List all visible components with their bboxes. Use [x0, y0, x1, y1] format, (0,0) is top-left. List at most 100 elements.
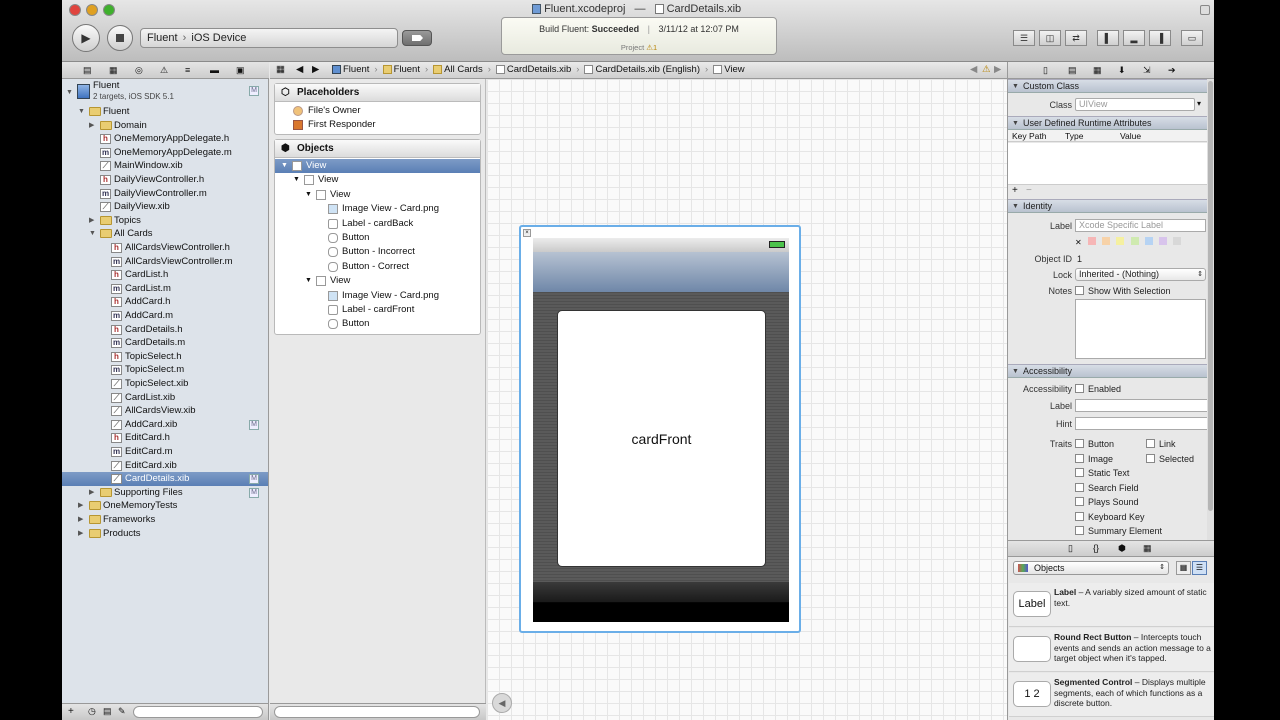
navigator-item[interactable]: h OneMemoryAppDelegate.h [62, 132, 268, 146]
navigator-item[interactable]: ▶ OneMemoryTests [62, 499, 268, 513]
project-navigator-icon[interactable]: ▤ [83, 65, 92, 76]
forward-arrow-icon[interactable]: ▶ [312, 62, 319, 78]
next-issue-icon[interactable]: ▶ [994, 62, 1001, 78]
notes-textarea[interactable] [1075, 299, 1206, 359]
version-editor-button[interactable]: ⇄ [1065, 30, 1087, 46]
column-type[interactable]: Type [1065, 130, 1083, 142]
outline-object-row[interactable]: ▼ View [275, 188, 480, 202]
custom-class-header[interactable]: ▼ Custom Class [1008, 79, 1207, 93]
class-combo-field[interactable]: UIView [1075, 98, 1195, 111]
accessibility-label-field[interactable] [1075, 399, 1207, 412]
breadcrumb-item[interactable]: View [713, 64, 745, 75]
icon-view-button[interactable]: ▦ [1176, 561, 1191, 575]
breakpoint-navigator-icon[interactable]: ▬ [210, 65, 219, 75]
outline-object-row[interactable]: Button [275, 231, 480, 245]
navigator-item[interactable]: ⟋ CardList.xib [62, 391, 268, 405]
debug-navigator-icon[interactable]: ≡ [185, 65, 190, 75]
navigator-item[interactable]: h AddCard.h [62, 295, 268, 309]
navigator-item[interactable]: m CardList.m [62, 282, 268, 296]
scroll-thumb[interactable] [1208, 81, 1213, 511]
add-icon[interactable]: + [68, 706, 74, 717]
chevron-down-icon[interactable]: ▾ [1197, 99, 1201, 108]
organizer-button[interactable]: ▭ [1181, 30, 1203, 46]
navigator-filter-input[interactable] [133, 706, 263, 718]
navigator-item[interactable]: m AllCardsViewController.m [62, 255, 268, 269]
outline-object-row[interactable]: Image View - Card.png [275, 202, 480, 216]
stop-button[interactable] [107, 25, 133, 51]
symbol-navigator-icon[interactable]: ▦ [109, 65, 118, 76]
yellow-swatch-icon[interactable] [1116, 237, 1125, 245]
library-item[interactable]: Label Label – A variably sized amount of … [1009, 583, 1214, 627]
library-category-popup[interactable]: Objects ⇕ [1013, 561, 1169, 575]
disclosure-triangle-icon[interactable]: ▼ [281, 159, 288, 173]
trait-checkbox[interactable] [1075, 483, 1084, 492]
size-inspector-icon[interactable]: ⇲ [1143, 65, 1151, 76]
trait-checkbox[interactable] [1146, 439, 1155, 448]
file-templates-icon[interactable]: ▯ [1068, 543, 1073, 554]
disclosure-triangle-icon[interactable]: ▼ [305, 274, 312, 288]
attributes-inspector-icon[interactable]: ⬇ [1118, 65, 1126, 76]
purple-swatch-icon[interactable] [1159, 237, 1168, 245]
clear-color-icon[interactable]: ✕ [1075, 238, 1082, 247]
fullscreen-button[interactable] [1200, 5, 1210, 15]
breakpoints-button[interactable] [402, 30, 432, 46]
close-view-icon[interactable]: × [523, 229, 531, 237]
disclosure-triangle-icon[interactable]: ▼ [305, 188, 312, 202]
show-outline-toggle[interactable]: ◀ [492, 693, 512, 713]
navigator-item[interactable]: ⟋ DailyView.xib [62, 200, 268, 214]
card-front-view[interactable]: cardFront [557, 310, 766, 567]
outline-object-row[interactable]: Image View - Card.png [275, 289, 480, 303]
bottom-bar[interactable] [533, 582, 789, 622]
navigator-item[interactable]: ⟋ TopicSelect.xib [62, 377, 268, 391]
breadcrumb-item[interactable]: Fluent [332, 64, 369, 75]
orange-swatch-icon[interactable] [1102, 237, 1111, 245]
trait-checkbox[interactable] [1075, 468, 1084, 477]
inspector-scrollbar[interactable] [1207, 79, 1214, 540]
breadcrumb-item[interactable]: CardDetails.xib (English) [584, 64, 700, 75]
red-swatch-icon[interactable] [1087, 237, 1096, 245]
zoom-window-button[interactable] [103, 4, 115, 16]
navigator-item[interactable]: m CardDetails.m [62, 336, 268, 350]
assistant-editor-button[interactable]: ◫ [1039, 30, 1061, 46]
add-attribute-button[interactable]: + [1012, 185, 1018, 196]
navigator-item[interactable]: h CardList.h [62, 268, 268, 282]
placeholder-files-owner[interactable]: File's Owner [275, 104, 480, 118]
accessibility-enabled-checkbox[interactable] [1075, 384, 1084, 393]
log-navigator-icon[interactable]: ▣ [236, 65, 245, 76]
navigator-item[interactable]: ⟋ AllCardsView.xib [62, 404, 268, 418]
list-view-button[interactable]: ☰ [1192, 561, 1207, 575]
navigator-item[interactable]: ▶ Supporting Files M [62, 486, 268, 500]
show-debug-button[interactable]: ▂ [1123, 30, 1145, 46]
blue-swatch-icon[interactable] [1144, 237, 1153, 245]
disclosure-triangle-icon[interactable]: ▼ [66, 86, 73, 100]
breadcrumb-item[interactable]: Fluent [382, 64, 420, 75]
previous-issue-icon[interactable]: ◀ [970, 62, 977, 78]
library-item[interactable]: Round Rect Button – Intercepts touch eve… [1009, 628, 1214, 672]
outline-object-row[interactable]: ▼ View [275, 159, 480, 173]
outline-object-row[interactable]: ▼ View [275, 274, 480, 288]
disclosure-triangle-icon[interactable]: ▶ [78, 513, 83, 527]
remove-attribute-button[interactable]: − [1026, 185, 1032, 196]
breadcrumb-item[interactable]: CardDetails.xib [495, 64, 571, 75]
disclosure-triangle-icon[interactable]: ▼ [78, 105, 85, 119]
navigator-item[interactable]: h AllCardsViewController.h [62, 241, 268, 255]
outline-object-row[interactable]: Button [275, 317, 480, 331]
lock-popup[interactable]: Inherited - (Nothing) ⇕ [1075, 268, 1206, 281]
runtime-attributes-header[interactable]: ▼ User Defined Runtime Attributes [1008, 116, 1207, 130]
disclosure-triangle-icon[interactable]: ▶ [78, 527, 83, 541]
navigator-item[interactable]: m OneMemoryAppDelegate.m [62, 146, 268, 160]
recent-files-icon[interactable]: ◷ [88, 706, 96, 717]
back-arrow-icon[interactable]: ◀ [296, 62, 303, 78]
column-key-path[interactable]: Key Path [1012, 130, 1047, 142]
search-navigator-icon[interactable]: ◎ [135, 65, 143, 76]
disclosure-triangle-icon[interactable]: ▶ [89, 214, 94, 228]
issue-navigator-icon[interactable]: ⚠ [160, 65, 168, 76]
outline-object-row[interactable]: Label - cardFront [275, 303, 480, 317]
trait-checkbox[interactable] [1075, 439, 1084, 448]
show-navigator-button[interactable]: ▌ [1097, 30, 1119, 46]
outline-filter-input[interactable] [274, 706, 480, 718]
disclosure-triangle-icon[interactable]: ▼ [293, 173, 300, 187]
disclosure-triangle-icon[interactable]: ▼ [89, 227, 96, 241]
identity-header[interactable]: ▼ Identity [1008, 199, 1207, 213]
runtime-attributes-table[interactable] [1008, 143, 1207, 185]
